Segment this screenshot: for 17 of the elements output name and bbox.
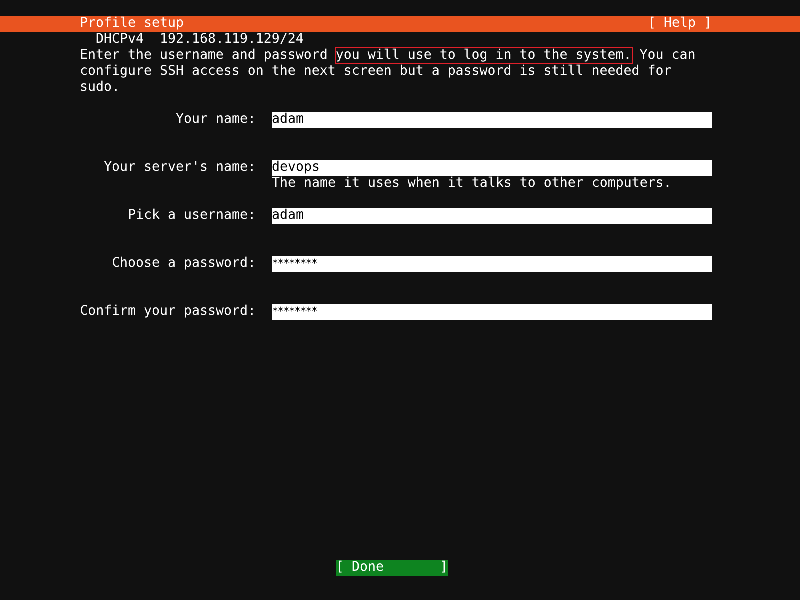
field-label: Choose a password: <box>111 256 256 272</box>
field-label: Your name: <box>175 112 256 128</box>
input-field[interactable]: adam <box>272 112 712 128</box>
done-button[interactable]: [ Done ] <box>336 560 448 576</box>
field-label: Confirm your password: <box>80 304 256 320</box>
input-field[interactable]: ******** <box>272 256 712 272</box>
intro-text: Enter the username and password you will use to log in to the system. You can configure SSH access on the next screen but a password is still needed for sudo. <box>79 48 697 96</box>
input-field[interactable]: devops <box>272 160 712 176</box>
help-button[interactable]: [ Help ] <box>648 16 712 32</box>
network-interface: DHCPv4 <box>96 32 144 47</box>
screen-title: Profile setup <box>80 16 184 32</box>
input-field[interactable]: ******** <box>272 304 712 320</box>
field-label: Your server's name: <box>103 160 256 176</box>
input-field[interactable]: adam <box>272 208 712 224</box>
field-label: Pick a username: <box>127 208 256 224</box>
field-hint: The name it uses when it talks to other computers. <box>271 176 673 192</box>
ip-address: 192.168.119.129/24 <box>160 32 304 47</box>
